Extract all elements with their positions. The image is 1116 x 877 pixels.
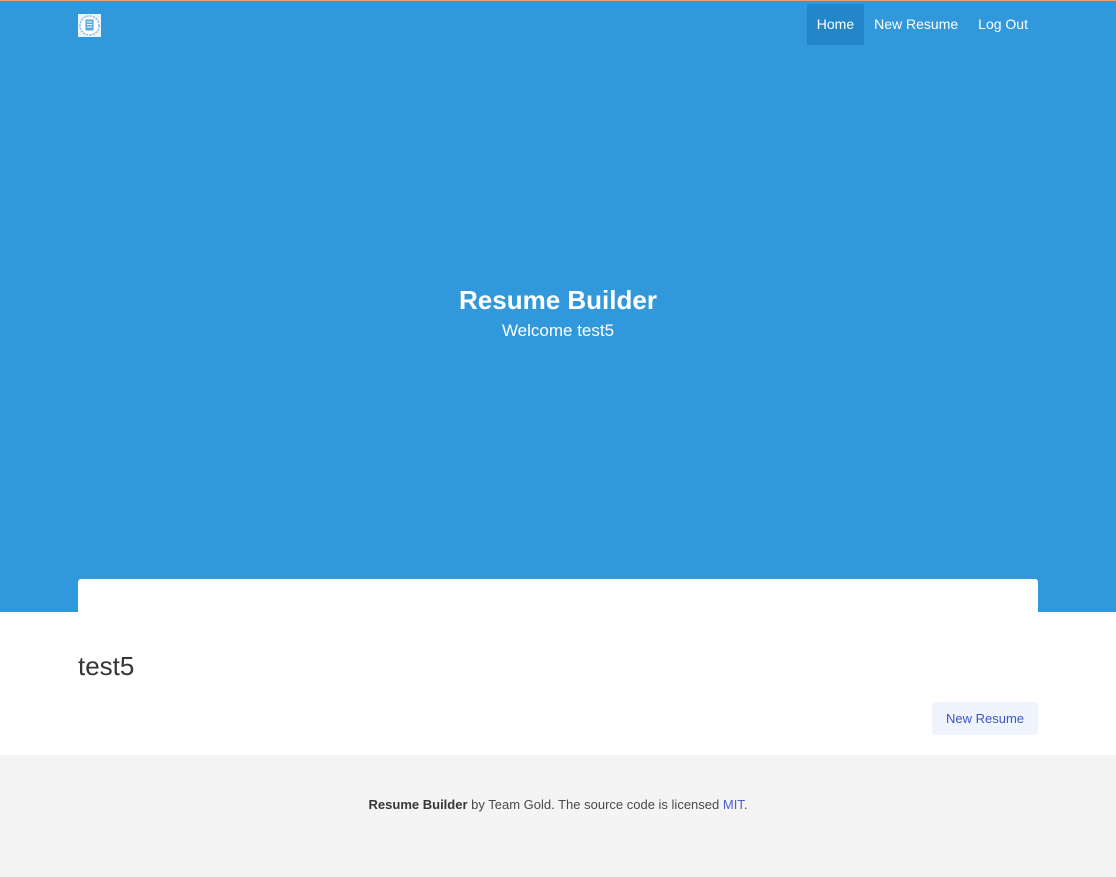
nav-home[interactable]: Home: [806, 4, 865, 45]
content-card: [78, 579, 1038, 619]
resume-document-icon[interactable]: [78, 14, 101, 37]
username-heading: test5: [78, 651, 135, 681]
main-nav: Home New Resume Log Out: [806, 4, 1038, 45]
footer-credit-text: by Team Gold. The source code is license…: [467, 797, 723, 812]
footer: Resume Builder by Team Gold. The source …: [0, 755, 1116, 877]
new-resume-button[interactable]: New Resume: [932, 702, 1038, 735]
footer-brand: Resume Builder: [368, 797, 468, 812]
footer-text: Resume Builder by Team Gold. The source …: [0, 797, 1116, 812]
footer-period: .: [743, 797, 748, 812]
nav-log-out[interactable]: Log Out: [968, 4, 1038, 45]
hero-subtitle: Welcome test5: [501, 321, 615, 340]
mit-license-link[interactable]: MIT: [723, 797, 744, 812]
hero-section: Home New Resume Log Out Resume Builder W…: [0, 1, 1116, 612]
nav-new-resume[interactable]: New Resume: [864, 4, 968, 45]
hero-title: Resume Builder: [459, 285, 657, 315]
